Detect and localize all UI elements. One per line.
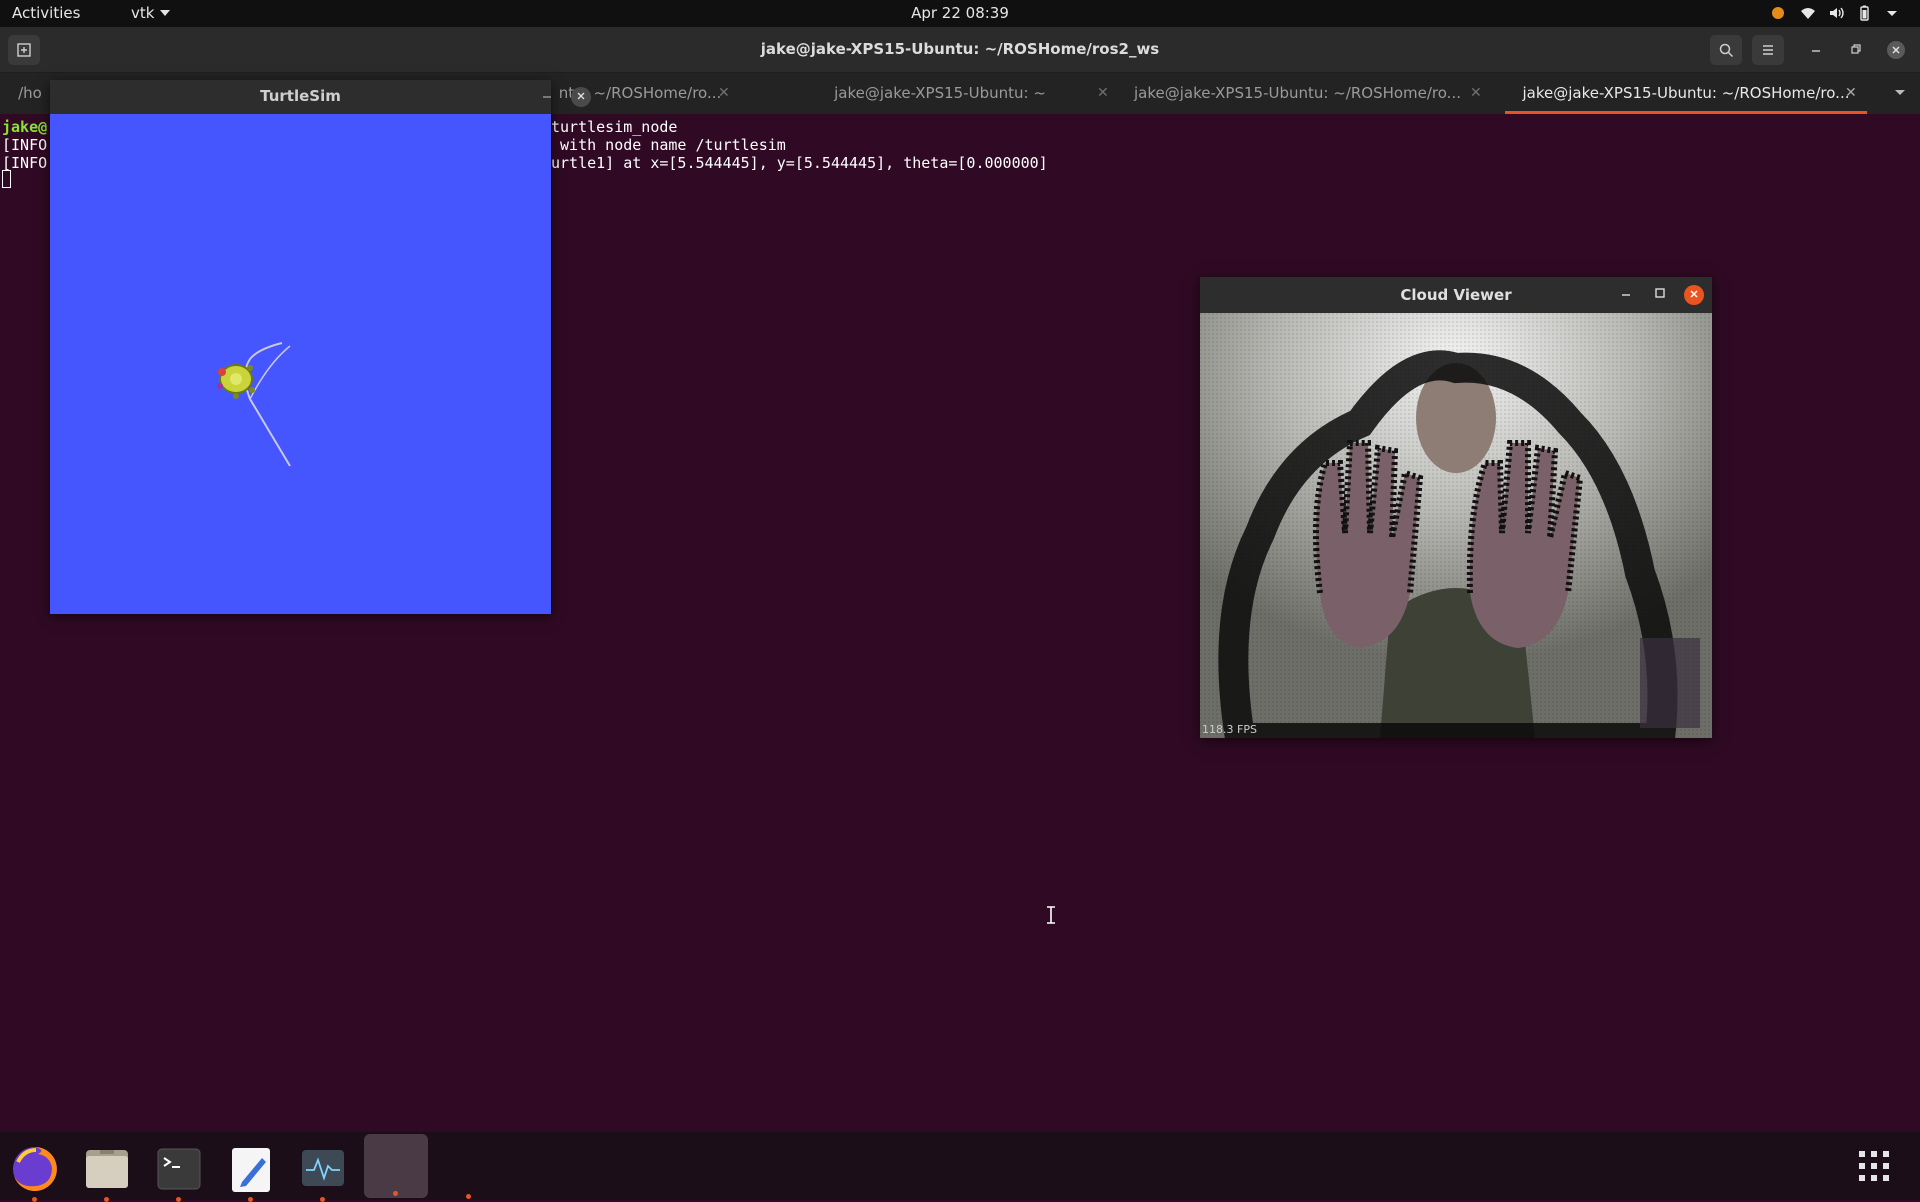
cloud-viewer-window[interactable]: Cloud Viewer 118.3 FPS [1200, 277, 1712, 738]
search-icon [1719, 43, 1734, 58]
clock[interactable]: Apr 22 08:39 [0, 4, 1920, 22]
battery-icon[interactable] [1856, 5, 1872, 21]
turtle-canvas[interactable] [50, 114, 551, 614]
update-indicator-icon[interactable] [1772, 5, 1788, 21]
app-menu[interactable]: vtk [131, 4, 171, 22]
minimize-button[interactable] [537, 87, 557, 107]
chevron-down-icon [1895, 90, 1905, 95]
app-menu-label: vtk [131, 4, 155, 22]
tab-5-active[interactable]: jake@jake-XPS15-Ubuntu: ~/ROSHome/ro... ✕ [1505, 73, 1867, 114]
tab-label: /ho [18, 84, 42, 102]
output-line-3: urtle1] at x=[5.544445], y=[5.544445], t… [551, 154, 1048, 172]
close-button[interactable] [1684, 285, 1704, 305]
search-button[interactable] [1710, 35, 1742, 65]
turtlesim-title: TurtleSim [260, 87, 341, 105]
close-tab-icon[interactable]: ✕ [1845, 73, 1857, 114]
close-icon [1690, 290, 1698, 298]
close-tab-icon[interactable]: ✕ [1097, 73, 1109, 114]
menu-button[interactable] [1752, 35, 1784, 65]
running-indicator [466, 1194, 471, 1199]
wifi-icon[interactable] [1800, 5, 1816, 21]
point-cloud-view[interactable]: 118.3 FPS [1200, 313, 1712, 738]
terminal-cursor [2, 170, 11, 188]
tab-label: jake@jake-XPS15-Ubuntu: ~/ROSHome/ro... [1522, 84, 1850, 102]
restore-button[interactable] [1840, 35, 1872, 65]
turtle-path-drawing [217, 342, 291, 467]
close-icon [1887, 41, 1905, 59]
volume-icon[interactable] [1828, 5, 1844, 21]
tab-2[interactable]: ntu: ~/ROSHome/ro... ✕ [540, 73, 740, 114]
maximize-button[interactable] [1650, 285, 1670, 305]
system-monitor-icon[interactable] [294, 1140, 352, 1202]
restore-icon [1851, 44, 1861, 54]
terminal-icon[interactable] [150, 1140, 208, 1202]
prompt-user: jake@ [2, 118, 48, 136]
maximize-icon [1655, 288, 1665, 298]
power-menu-caret-icon[interactable] [1884, 5, 1900, 21]
tab-label: jake@jake-XPS15-Ubuntu: ~ [834, 84, 1046, 102]
chevron-down-icon [160, 10, 171, 16]
firefox-icon[interactable] [6, 1140, 64, 1202]
vtk-app-icon[interactable] [364, 1134, 428, 1198]
output-line-1: turtlesim_node [551, 118, 678, 136]
close-tab-icon[interactable]: ✕ [1470, 73, 1482, 114]
tabs-overflow-button[interactable] [1890, 73, 1910, 114]
hamburger-menu-icon [1763, 45, 1773, 55]
info-prefix: [INFO [2, 136, 48, 154]
dock [0, 1132, 1920, 1202]
top-bar: Activities vtk Apr 22 08:39 [0, 0, 1920, 27]
minimize-button[interactable] [1800, 35, 1832, 65]
files-icon[interactable] [78, 1140, 136, 1202]
show-applications-icon[interactable] [1856, 1148, 1892, 1184]
close-button[interactable] [571, 87, 591, 107]
text-cursor-icon [1047, 906, 1055, 924]
terminal-header-bar: jake@jake-XPS15-Ubuntu: ~/ROSHome/ros2_w… [0, 27, 1920, 73]
tab-label: jake@jake-XPS15-Ubuntu: ~/ROSHome/ro... [1134, 84, 1461, 102]
activities-button[interactable]: Activities [12, 4, 80, 22]
minimize-button[interactable] [1616, 285, 1636, 305]
fps-counter: 118.3 FPS [1202, 723, 1257, 736]
close-icon [577, 92, 585, 100]
minimize-icon [543, 96, 551, 98]
turtle-icon [217, 364, 255, 399]
turtlesim-window[interactable]: TurtleSim [50, 80, 591, 614]
system-tray[interactable] [1772, 5, 1900, 21]
output-line-2: with node name /turtlesim [551, 136, 786, 154]
minimize-icon [1622, 294, 1630, 296]
close-button[interactable] [1880, 35, 1912, 65]
point-cloud-image [1200, 313, 1712, 738]
window-title: jake@jake-XPS15-Ubuntu: ~/ROSHome/ros2_w… [760, 40, 1160, 58]
text-editor-icon[interactable] [222, 1140, 280, 1202]
tab-4[interactable]: jake@jake-XPS15-Ubuntu: ~/ROSHome/ro... ✕ [1125, 73, 1482, 114]
close-tab-icon[interactable]: ✕ [718, 73, 730, 114]
minimize-icon [1812, 50, 1820, 52]
tab-3[interactable]: jake@jake-XPS15-Ubuntu: ~ ✕ [790, 73, 1109, 114]
